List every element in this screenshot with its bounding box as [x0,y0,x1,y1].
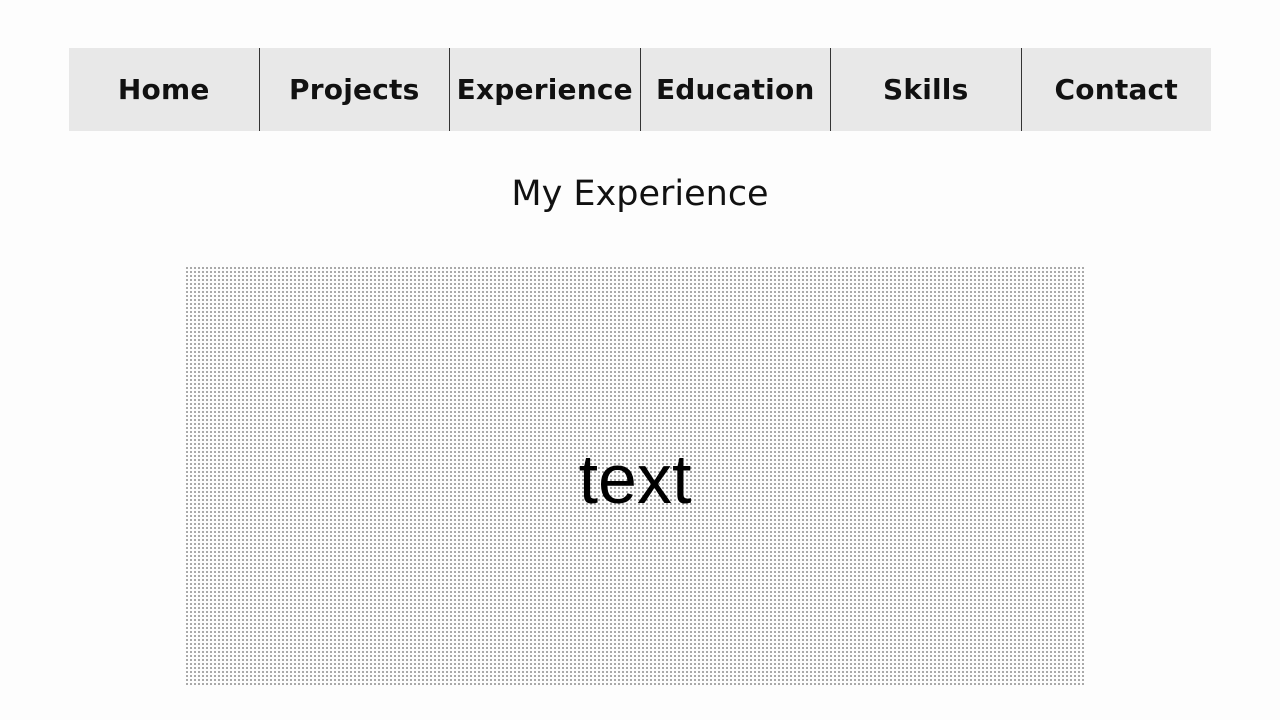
experience-content-box: text [185,266,1085,686]
nav-item-skills[interactable]: Skills [830,48,1021,131]
nav-item-experience[interactable]: Experience [449,48,640,131]
nav-item-home[interactable]: Home [69,48,259,131]
content-placeholder-text: text [578,440,692,518]
page-title: My Experience [511,174,769,214]
page: Home Projects Experience Education Skill… [0,0,1280,720]
nav-item-education[interactable]: Education [639,48,831,131]
top-navigation: Home Projects Experience Education Skill… [69,48,1211,131]
nav-item-contact[interactable]: Contact [1020,48,1212,131]
nav-item-projects[interactable]: Projects [258,48,450,131]
